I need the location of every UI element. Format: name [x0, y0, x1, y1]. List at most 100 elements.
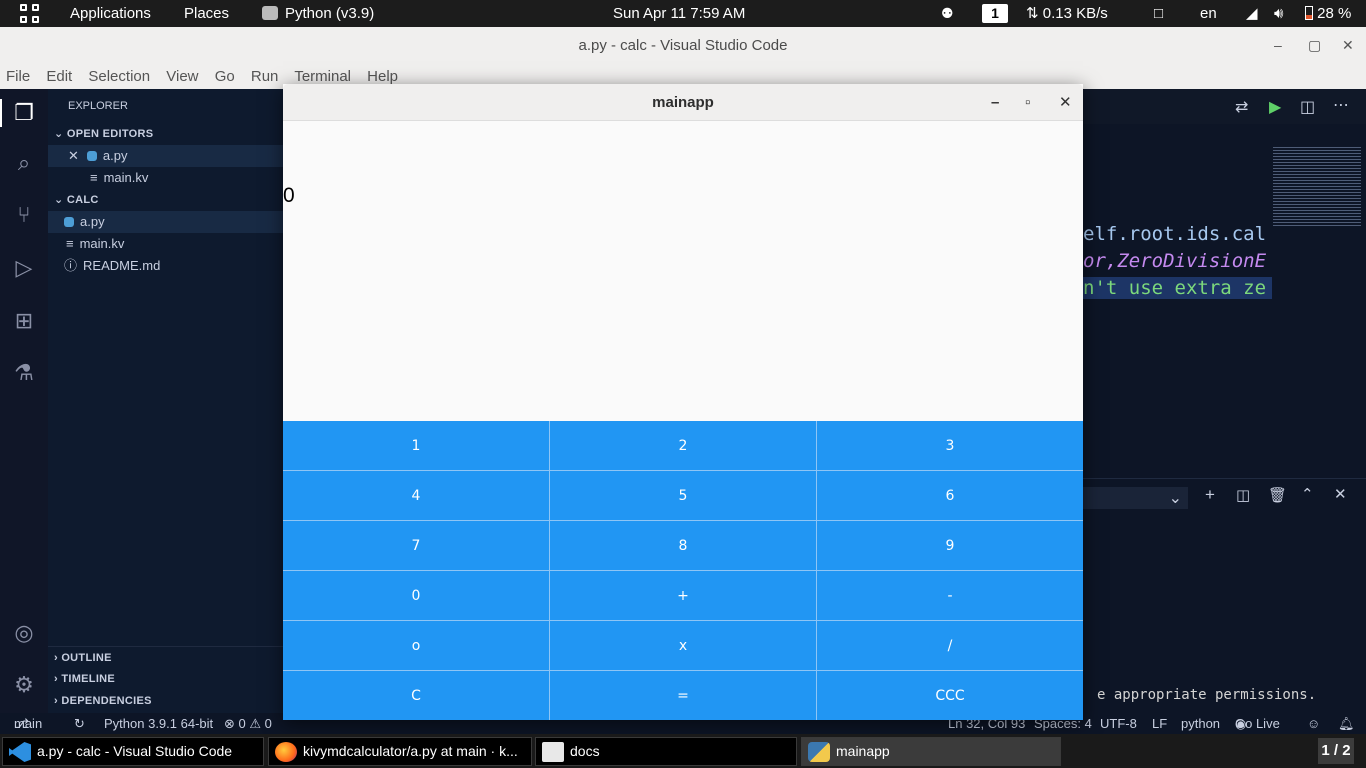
key-3[interactable]: 3 [817, 421, 1083, 470]
explorer-icon[interactable]: ❐ [10, 99, 38, 127]
open-editor-main-kv[interactable]: ≡ main.kv [48, 167, 283, 189]
menu-file[interactable]: File [6, 68, 30, 85]
language-mode[interactable]: python [1181, 713, 1220, 734]
minimize-icon[interactable]: – [991, 84, 999, 121]
chevron-right-icon: › [54, 695, 58, 707]
key-equals[interactable]: = [550, 671, 816, 720]
open-editors-section[interactable]: ⌄ OPEN EDITORS [48, 123, 283, 145]
notifications-bell-icon[interactable]: 🔔︎ [1338, 713, 1355, 734]
key-o[interactable]: o [283, 621, 549, 670]
calc-folder-section[interactable]: ⌄ CALC [48, 189, 283, 211]
timeline-section[interactable]: › TIMELINE [48, 668, 283, 690]
key-plus[interactable]: + [550, 571, 816, 620]
close-editor-icon[interactable]: ✕ [68, 148, 79, 163]
places-menu[interactable]: Places [184, 0, 229, 27]
battery-indicator[interactable]: 28 % [1305, 0, 1351, 27]
key-6[interactable]: 6 [817, 471, 1083, 520]
chevron-down-icon: ⌄ [54, 128, 64, 140]
mainapp-titlebar[interactable]: mainapp – ▫ ✕ [283, 84, 1083, 121]
key-clear[interactable]: C [283, 671, 549, 720]
menu-view[interactable]: View [166, 68, 198, 85]
terminal-select[interactable]: ⌄ [1083, 487, 1188, 509]
task-docs[interactable]: docs [535, 737, 797, 766]
clipboard-icon[interactable]: □ [1154, 0, 1163, 27]
menu-help[interactable]: Help [367, 68, 398, 85]
minimize-icon[interactable]: – [1274, 27, 1282, 64]
calculator-keypad: 1 2 3 4 5 6 7 8 9 0 + - o x / C = CCC [283, 421, 1083, 720]
close-icon[interactable]: ✕ [1342, 27, 1354, 64]
sync-icon[interactable]: ↻ [74, 713, 85, 734]
applications-menu[interactable]: Applications [70, 0, 151, 27]
eol-status[interactable]: LF [1152, 713, 1167, 734]
run-debug-icon[interactable]: ▷ [10, 254, 38, 282]
run-file-icon[interactable]: ▶ [1269, 97, 1281, 117]
more-actions-icon[interactable]: ⋯ [1333, 95, 1349, 115]
clock[interactable]: Sun Apr 11 7:59 AM [613, 0, 745, 27]
key-4[interactable]: 4 [283, 471, 549, 520]
open-editor-a-py[interactable]: ✕ a.py [48, 145, 283, 167]
menu-run[interactable]: Run [251, 68, 279, 85]
close-panel-icon[interactable]: ✕ [1334, 485, 1347, 503]
python-app-menu[interactable]: Python (v3.9) [262, 0, 374, 27]
mainapp-window: mainapp – ▫ ✕ 0 1 2 3 4 5 6 7 8 9 0 + - … [283, 84, 1083, 720]
key-1[interactable]: 1 [283, 421, 549, 470]
file-readme[interactable]: ⓘ README.md [48, 255, 283, 277]
accounts-icon[interactable]: ◎ [10, 619, 38, 647]
split-editor-icon[interactable]: ◫ [1300, 97, 1315, 117]
terminal-output[interactable]: e appropriate permissions. [1097, 687, 1316, 703]
task-vscode[interactable]: a.py - calc - Visual Studio Code [2, 737, 264, 766]
wifi-icon[interactable]: ◢ [1246, 0, 1258, 27]
key-9[interactable]: 9 [817, 521, 1083, 570]
trash-icon[interactable]: 🗑︎ [1268, 486, 1287, 504]
testing-icon[interactable]: ⚗ [10, 359, 38, 387]
keyboard-language[interactable]: en [1200, 0, 1217, 27]
feedback-icon[interactable]: ☺ [1307, 713, 1320, 734]
key-7[interactable]: 7 [283, 521, 549, 570]
menu-selection[interactable]: Selection [88, 68, 150, 85]
volume-icon[interactable]: 🔊︎ [1274, 0, 1283, 27]
workspace-indicator[interactable]: 1 [982, 4, 1008, 23]
python-file-icon [64, 217, 74, 227]
interpreter-status[interactable]: Python 3.9.1 64-bit [104, 713, 213, 734]
code-line[interactable]: or,ZeroDivisionE [1083, 250, 1266, 272]
dependencies-section[interactable]: › DEPENDENCIES [48, 690, 283, 712]
extensions-icon[interactable]: ⊞ [10, 307, 38, 335]
key-multiply[interactable]: x [550, 621, 816, 670]
problems-status[interactable]: ⊗ 0 ⚠ 0 [224, 713, 272, 734]
open-changes-icon[interactable]: ⇄ [1235, 97, 1248, 117]
app-grid-icon[interactable] [20, 4, 39, 23]
network-speed-label: 0.13 KB/s [1042, 5, 1108, 22]
encoding-status[interactable]: UTF-8 [1100, 713, 1137, 734]
key-8[interactable]: 8 [550, 521, 816, 570]
key-5[interactable]: 5 [550, 471, 816, 520]
file-label: main.kv [79, 236, 125, 251]
key-0[interactable]: 0 [283, 571, 549, 620]
source-control-icon[interactable]: ⑂ [10, 201, 38, 229]
maximize-icon[interactable]: ▢ [1308, 27, 1321, 64]
workspace-pager[interactable]: 1 / 2 [1318, 738, 1354, 764]
code-line[interactable]: n't use extra ze [1083, 277, 1272, 299]
maximize-icon[interactable]: ▫ [1025, 84, 1030, 121]
outline-section[interactable]: › OUTLINE [48, 646, 283, 668]
close-icon[interactable]: ✕ [1059, 84, 1072, 121]
key-ccc[interactable]: CCC [817, 671, 1083, 720]
minimap[interactable] [1273, 147, 1361, 227]
task-mainapp[interactable]: mainapp [801, 737, 1061, 766]
code-line[interactable]: elf.root.ids.cal [1083, 223, 1266, 245]
search-icon[interactable]: ⌕ [10, 149, 38, 177]
people-icon[interactable]: ⚉ [941, 0, 954, 27]
key-divide[interactable]: / [817, 621, 1083, 670]
chevron-up-icon[interactable]: ⌃ [1301, 485, 1314, 503]
key-minus[interactable]: - [817, 571, 1083, 620]
manage-gear-icon[interactable]: ⚙ [10, 671, 38, 699]
key-2[interactable]: 2 [550, 421, 816, 470]
file-main-kv[interactable]: ≡ main.kv [48, 233, 283, 255]
task-firefox[interactable]: kivymdcalculator/a.py at main · k... [268, 737, 532, 766]
menu-go[interactable]: Go [215, 68, 235, 85]
file-a-py[interactable]: a.py [48, 211, 283, 233]
menu-terminal[interactable]: Terminal [294, 68, 351, 85]
menu-edit[interactable]: Edit [46, 68, 72, 85]
split-terminal-icon[interactable]: ◫ [1236, 486, 1250, 504]
new-terminal-icon[interactable]: + [1205, 485, 1215, 505]
task-label: kivymdcalculator/a.py at main · k... [303, 743, 518, 759]
